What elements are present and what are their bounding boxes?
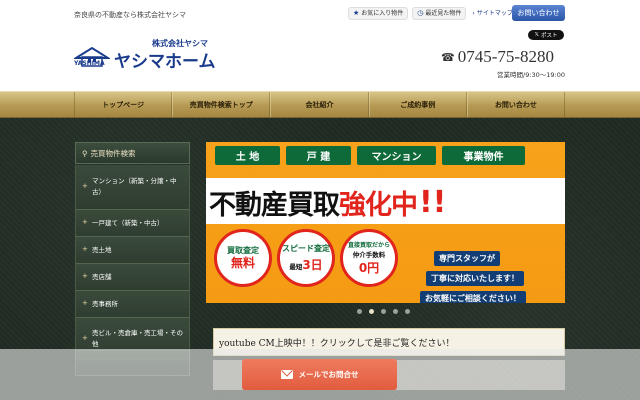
sidebar-item-house[interactable]: 一戸建て（新築・中古）: [75, 210, 190, 237]
search-icon: ⚲: [82, 148, 88, 158]
banner-headline: 不動産買取 強化中 !!: [209, 180, 565, 224]
slider-dot[interactable]: [357, 309, 362, 314]
circle-no-fee: 直接買取だから 仲介手数料 0円: [340, 229, 398, 287]
sidebar-item-office[interactable]: 売事務所: [75, 291, 190, 318]
utility-links: ★ お気に入り物件 ◷ 最近見た物件 › サイトマップ: [348, 7, 513, 20]
staff-message: 専門スタッフが 丁寧に対応いたします！ お気軽にご相談ください！: [420, 246, 560, 303]
favorites-label: お気に入り物件: [361, 10, 404, 17]
sidebar-title-label: 売買物件検索: [90, 148, 136, 158]
nav-item-company[interactable]: 会社紹介: [270, 92, 369, 117]
x-post-label: ポスト: [540, 33, 558, 39]
mail-contact-button[interactable]: メールでお問合せ: [242, 359, 397, 390]
phone-icon: ☎: [441, 51, 455, 64]
circle3-sub: 仲介手数料: [352, 250, 386, 259]
phone-number[interactable]: ☎ 0745-75-8280: [441, 47, 554, 67]
x-logo-icon: 𝕏: [534, 32, 539, 38]
slider-dot[interactable]: [381, 309, 386, 314]
speech-line-2: 丁寧に対応いたします！: [426, 271, 524, 286]
speech-line-1: 専門スタッフが: [434, 251, 500, 266]
slider-dot[interactable]: [405, 309, 410, 314]
speech-line-3: お気軽にご相談ください！: [420, 291, 526, 303]
nav-item-contact[interactable]: お問い合わせ: [466, 92, 566, 117]
chevron-right-icon: ›: [472, 10, 475, 17]
tag-business: 事業物件: [442, 146, 525, 165]
headline-exclaim: !!: [419, 184, 447, 220]
slider-dot-active[interactable]: [369, 309, 374, 314]
circle3-main: 0円: [358, 260, 380, 275]
circle2-sub: 最短: [289, 262, 303, 271]
sidebar-item-land[interactable]: 売土地: [75, 237, 190, 264]
sidebar-item-store[interactable]: 売店舗: [75, 264, 190, 291]
circle2-top: スピード査定: [282, 243, 330, 253]
tag-mansion: マンション: [357, 146, 436, 165]
circle3-top: 直接買取だから: [347, 241, 390, 249]
site-logo[interactable]: 株式会社ヤシマ ヤシマホーム YASHIMA: [74, 38, 224, 72]
circle-speed-appraisal: スピード査定 最短3日: [277, 229, 335, 287]
headline-black: 不動産買取: [209, 189, 340, 221]
logo-subtext: YASHIMA: [74, 60, 105, 67]
circle1-main: 無料: [230, 256, 255, 270]
circle-free-appraisal: 買取査定 無料: [214, 229, 272, 287]
slider-dots: [357, 309, 410, 314]
global-nav: トップページ 売買物件検索トップ 会社紹介 ご成約事例 お問い合わせ: [0, 91, 640, 118]
circle2-num: 3日: [302, 257, 323, 272]
business-hours: 営業時間/9:30～19:00: [497, 71, 566, 79]
circle2-line: 最短3日: [289, 254, 322, 273]
clock-icon: ◷: [417, 9, 424, 17]
tag-house: 戸 建: [286, 146, 351, 165]
sidebar-item-mansion[interactable]: マンション（新築・分譲・中古）: [75, 165, 190, 210]
star-icon: ★: [353, 9, 360, 17]
mail-contact-label: メールでお問合せ: [298, 370, 359, 379]
favorites-button[interactable]: ★ お気に入り物件: [348, 7, 409, 20]
nav-item-top[interactable]: トップページ: [74, 92, 173, 117]
recent-label: 最近見た物件: [425, 10, 462, 17]
recent-button[interactable]: ◷ 最近見た物件: [412, 7, 467, 20]
headline-red: 強化中: [339, 189, 418, 221]
property-type-tags: 土 地 戸 建 マンション 事業物件: [215, 146, 525, 165]
phone-text: 0745-75-8280: [457, 47, 555, 66]
feature-circles: 買取査定 無料 スピード査定 最短3日 直接買取だから 仲介手数料 0円: [214, 229, 398, 287]
nav-item-cases[interactable]: ご成約事例: [368, 92, 467, 117]
sidebar-title: ⚲ 売買物件検索: [75, 142, 190, 164]
nav-item-search[interactable]: 売買物件検索トップ: [172, 92, 271, 117]
header-contact-button[interactable]: お問い合わせ: [512, 5, 565, 21]
logo-brand-name: ヤシマホーム: [114, 52, 216, 72]
hero-banner[interactable]: 土 地 戸 建 マンション 事業物件 不動産買取 強化中 !! 買取査定 無料 …: [206, 142, 565, 303]
sitemap-link[interactable]: › サイトマップ: [472, 7, 512, 20]
tag-land: 土 地: [215, 146, 280, 165]
x-post-button[interactable]: 𝕏 ポスト: [528, 30, 564, 40]
sitemap-label: サイトマップ: [476, 10, 513, 17]
mail-icon: [280, 370, 293, 379]
sidebar-list: マンション（新築・分譲・中古） 一戸建て（新築・中古） 売土地 売店舗 売事務所…: [75, 165, 190, 360]
slider-dot[interactable]: [393, 309, 398, 314]
circle1-top: 買取査定: [227, 246, 259, 255]
site-tagline: 奈良県の不動産なら株式会社ヤシマ: [74, 11, 186, 19]
